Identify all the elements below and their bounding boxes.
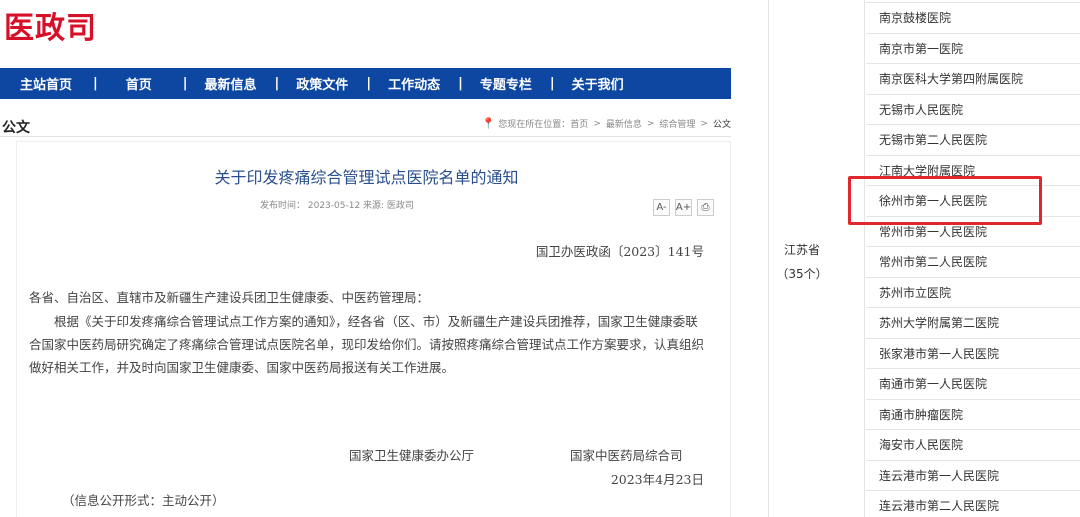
nav-item-about[interactable]: 关于我们	[572, 74, 624, 93]
nav-separator: |	[93, 76, 98, 91]
province-count: （35个）	[776, 267, 828, 281]
section-divider	[0, 136, 731, 137]
hospital-list: 南京鼓楼医院 南京市第一医院 南京医科大学第四附属医院 无锡市人民医院 无锡市第…	[866, 2, 1080, 517]
article-tools: A- A+ ⎙	[653, 199, 714, 216]
main-nav: 主站首页 | 首页 | 最新信息 | 政策文件 | 工作动态 | 专题专栏 | …	[0, 68, 731, 99]
hospital-row: 南京鼓楼医院	[866, 2, 1080, 33]
breadcrumb-item-home[interactable]: 首页	[570, 117, 588, 130]
publish-form: （信息公开形式：主动公开）	[62, 493, 225, 508]
document-salutation: 各省、自治区、直辖市及新疆生产建设兵团卫生健康委、中医药管理局：	[29, 290, 430, 305]
nav-separator: |	[458, 76, 463, 91]
nav-item-work-news[interactable]: 工作动态	[388, 74, 440, 93]
document-body: 根据《关于印发疼痛综合管理试点工作方案的通知》，经各省（区、市）及新疆生产建设兵…	[29, 314, 705, 375]
section-title: 公文	[2, 120, 30, 136]
hospital-row: 南通市第一人民医院	[866, 368, 1080, 399]
breadcrumb-item-general[interactable]: 综合管理	[659, 117, 695, 130]
nav-separator: |	[549, 76, 555, 91]
hospital-row: 无锡市人民医院	[866, 93, 1080, 125]
hospital-row: 南京医科大学第四附属医院	[866, 63, 1080, 94]
nav-item-policy[interactable]: 政策文件	[296, 74, 348, 93]
breadcrumb-separator: >	[700, 118, 708, 129]
document-date: 2023年4月23日	[610, 472, 704, 487]
signatory-nhc: 国家卫生健康委办公厅	[349, 448, 475, 463]
document-number: 国卫办医政函〔2023〕141号	[535, 244, 704, 259]
signatory-tcm: 国家中医药局综合司	[570, 448, 683, 463]
hospital-row: 苏州大学附属第二医院	[866, 307, 1080, 338]
nav-separator: |	[274, 76, 280, 91]
location-pin-icon: 📍	[481, 117, 496, 130]
highlight-box	[848, 176, 1042, 225]
hospital-row: 无锡市第二人民医院	[866, 124, 1080, 155]
breadcrumb-item-current: 公文	[712, 120, 731, 130]
breadcrumb: 📍 您现在所在位置： 首页 > 最新信息 > 综合管理 > 公文	[482, 117, 731, 130]
font-smaller-button[interactable]: A-	[653, 199, 670, 216]
nav-separator: |	[366, 76, 372, 91]
font-larger-button[interactable]: A+	[675, 199, 692, 216]
breadcrumb-separator: >	[646, 118, 655, 129]
province-name: 江苏省	[783, 243, 820, 257]
article-title: 关于印发疼痛综合管理试点医院名单的通知	[214, 168, 519, 187]
nav-item-topics[interactable]: 专题专栏	[480, 74, 532, 93]
breadcrumb-separator: >	[593, 118, 601, 129]
print-icon[interactable]: ⎙	[697, 199, 714, 216]
hospital-row: 连云港市第一人民医院	[866, 459, 1080, 491]
hospital-row: 苏州市立医院	[866, 276, 1080, 308]
hospital-row: 南通市肿瘤医院	[866, 398, 1080, 430]
nav-separator: |	[182, 76, 188, 91]
site-logo[interactable]: 医政司	[4, 3, 97, 47]
breadcrumb-prefix: 您现在所在位置：	[498, 120, 571, 130]
province-column: 江苏省 （35个）	[768, 0, 865, 517]
hospital-row: 南京市第一医院	[866, 32, 1080, 64]
hospital-row: 常州市第二人民医院	[866, 246, 1080, 277]
hospital-row: 海安市人民医院	[866, 429, 1080, 460]
nav-item-home[interactable]: 首页	[126, 74, 152, 93]
nav-item-main-home[interactable]: 主站首页	[20, 74, 72, 93]
hospital-row: 连云港市第二人民医院	[866, 490, 1080, 517]
breadcrumb-item-latest[interactable]: 最新信息	[606, 117, 642, 130]
nav-item-latest[interactable]: 最新信息	[205, 74, 257, 93]
hospital-row: 张家港市第一人民医院	[866, 337, 1080, 369]
article-meta: 发布时间： 2023-05-12 来源: 医政司	[260, 201, 414, 211]
